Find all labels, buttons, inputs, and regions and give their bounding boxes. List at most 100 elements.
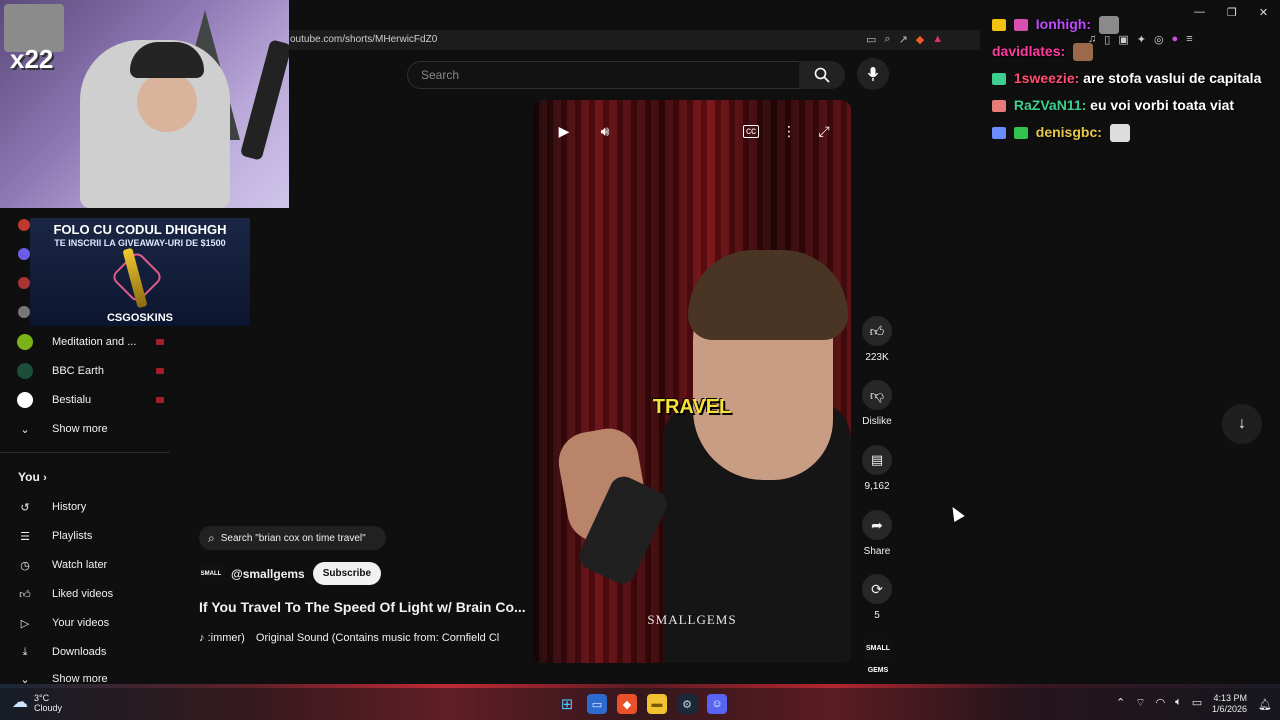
steam-icon[interactable]: ⚙ bbox=[677, 694, 697, 714]
share-label: Share bbox=[863, 546, 891, 557]
channel-avatar[interactable] bbox=[18, 306, 30, 318]
discord-icon[interactable]: ☺ bbox=[707, 694, 727, 714]
chevron-up-icon[interactable]: ⌃ bbox=[1116, 696, 1125, 710]
rewards-icon[interactable]: ▲ bbox=[932, 33, 943, 46]
sidebar-item-watch-later[interactable]: ◷ Watch later bbox=[16, 551, 107, 579]
sidebar-divider bbox=[0, 452, 170, 453]
channel-row: SMALL @smallgems Subscribe bbox=[199, 562, 382, 585]
shorts-video-player[interactable]: TRAVEL SMALLGEMS ▶ 🔊︎ cc ⋮ ⤢ bbox=[533, 100, 851, 663]
clock-time: 4:13 PM bbox=[1213, 693, 1248, 703]
scroll-down-button[interactable]: ↓ bbox=[1222, 404, 1262, 444]
zoom-icon[interactable]: ⌕ bbox=[884, 33, 890, 46]
share-page-icon[interactable]: ↗ bbox=[899, 33, 908, 46]
channel-avatar[interactable] bbox=[18, 248, 30, 260]
task-view-icon[interactable]: ▭ bbox=[587, 694, 607, 714]
show-more-subscriptions[interactable]: ⌄ Show more bbox=[16, 415, 107, 443]
chat-username: 1sweezie: bbox=[1013, 70, 1080, 86]
streamer-beanie bbox=[130, 42, 204, 78]
history-icon: ↺ bbox=[20, 501, 30, 514]
microphone-icon bbox=[867, 67, 879, 81]
video-watermark: SMALLGEMS bbox=[647, 612, 737, 627]
stream-tag: x22 bbox=[10, 44, 54, 74]
sidebar-item-history[interactable]: ↺ History bbox=[16, 493, 86, 521]
chat-message: RaZVaN11: eu voi vorbi toata viat bbox=[992, 95, 1272, 116]
music-note-icon: ♪ bbox=[199, 632, 205, 644]
channel-logo[interactable]: SMALL bbox=[199, 562, 223, 585]
stream-chat: Ionhigh: davidlates: 1sweezie: are stofa… bbox=[992, 14, 1272, 149]
dislike-action: 👎︎ Dislike bbox=[862, 380, 892, 427]
search-input[interactable] bbox=[419, 67, 783, 83]
channel-avatar[interactable] bbox=[18, 277, 30, 289]
sound-row[interactable]: ♪ :immer) Original Sound (Contains music… bbox=[199, 632, 524, 644]
search-box bbox=[407, 61, 801, 89]
remix-count: 5 bbox=[874, 610, 880, 621]
like-action: 👍︎ 223K bbox=[862, 316, 892, 363]
download-icon: ⤓ bbox=[22, 645, 28, 658]
taskbar-apps: ⊞ ▭ ◆ ▬ ⚙ ☺ bbox=[557, 694, 727, 714]
reader-icon[interactable]: ▭ bbox=[866, 33, 876, 46]
brave-browser-icon[interactable]: ◆ bbox=[617, 694, 637, 714]
comment-count: 9,162 bbox=[864, 481, 890, 492]
closed-captions-icon[interactable]: cc bbox=[743, 125, 759, 138]
voice-search-button[interactable] bbox=[857, 58, 889, 90]
search-button[interactable] bbox=[799, 61, 845, 89]
emote-icon bbox=[1073, 43, 1094, 62]
notification-icon[interactable]: 🔔︎ bbox=[1258, 698, 1272, 711]
share-action: ➦ Share bbox=[862, 510, 892, 557]
sidebar-item-liked-videos[interactable]: 👍︎ Liked videos bbox=[16, 580, 113, 608]
sidebar-channel-bestialu[interactable]: Bestialu bbox=[16, 386, 164, 414]
more-options-icon[interactable]: ⋮ bbox=[778, 120, 800, 142]
sidebar-channel-meditation[interactable]: Meditation and ... bbox=[16, 328, 164, 356]
comments-action: ▤ 9,162 bbox=[862, 445, 892, 492]
taskbar-clock[interactable]: 4:13 PM 1/6/2026 bbox=[1212, 693, 1247, 715]
display-icon[interactable]: ▭ bbox=[1192, 696, 1202, 710]
fullscreen-icon[interactable]: ⤢ bbox=[813, 120, 835, 142]
sidebar-item-label: History bbox=[52, 501, 87, 513]
dislike-button[interactable]: 👎︎ bbox=[862, 380, 892, 410]
like-button[interactable]: 👍︎ bbox=[862, 316, 892, 346]
sidebar-item-label: Your videos bbox=[52, 617, 110, 629]
video-title[interactable]: If You Travel To The Speed Of Light w/ B… bbox=[199, 599, 529, 615]
network-icon[interactable]: ⌔ bbox=[1135, 696, 1145, 710]
file-explorer-icon[interactable]: ▬ bbox=[647, 694, 667, 714]
play-icon[interactable]: ▶ bbox=[553, 120, 575, 142]
remix-icon: ⟳ bbox=[871, 580, 883, 597]
channel-avatar bbox=[17, 392, 33, 408]
crown-badge-icon bbox=[992, 19, 1006, 32]
channel-handle[interactable]: @smallgems bbox=[231, 567, 305, 581]
speaker-icon[interactable]: 🔈︎ bbox=[1175, 696, 1182, 710]
channel-name: BBC Earth bbox=[52, 365, 104, 377]
search-icon: ⌕ bbox=[208, 530, 215, 545]
comments-button[interactable]: ▤ bbox=[862, 445, 892, 475]
search-suggestion-text: Search "brian cox on time travel" bbox=[220, 532, 366, 544]
like-count: 223K bbox=[865, 352, 889, 363]
remix-button[interactable]: ⟳ bbox=[862, 574, 892, 604]
sidebar-item-downloads[interactable]: ⤓ Downloads bbox=[16, 638, 107, 666]
sidebar-channel-bbc-earth[interactable]: BBC Earth bbox=[16, 357, 164, 385]
live-indicator bbox=[156, 397, 164, 403]
channel-thumbnail[interactable]: SMALL GEMS bbox=[864, 638, 892, 674]
sponsor-brand: CSGOSKINS bbox=[106, 312, 173, 324]
microphone-arm bbox=[239, 39, 289, 161]
channel-avatar[interactable] bbox=[18, 219, 30, 231]
chevron-right-icon: › bbox=[43, 472, 47, 484]
subscribe-button[interactable]: Subscribe bbox=[312, 562, 382, 585]
windows-start-icon[interactable]: ⊞ bbox=[557, 694, 577, 714]
cloud-icon: ☁ bbox=[12, 694, 28, 711]
sidebar-item-playlists[interactable]: ☰ Playlists bbox=[16, 522, 92, 550]
share-button[interactable]: ➦ bbox=[862, 510, 892, 540]
you-section-header[interactable]: You › bbox=[18, 470, 47, 484]
volume-icon[interactable]: 🔊︎ bbox=[594, 120, 616, 142]
gift-badge-icon bbox=[1013, 127, 1028, 140]
robot-badge-icon bbox=[992, 127, 1006, 140]
streamer-face bbox=[137, 72, 197, 132]
url-text[interactable]: outube.com/shorts/MHerwicFdZ0 bbox=[290, 34, 437, 45]
address-bar-icons: ▭ ⌕ ↗ ◆ ▲ bbox=[866, 33, 943, 46]
brave-shield-icon[interactable]: ◆ bbox=[916, 33, 924, 46]
sub-badge-icon bbox=[1013, 19, 1028, 32]
weather-widget[interactable]: ☁ 3°C Cloudy bbox=[12, 693, 62, 713]
sidebar-item-your-videos[interactable]: ▷ Your videos bbox=[16, 609, 109, 637]
wifi-icon[interactable]: ◠ bbox=[1156, 696, 1166, 710]
clock-date: 1/6/2026 bbox=[1212, 704, 1248, 714]
search-suggestion-pill[interactable]: ⌕ Search "brian cox on time travel" bbox=[199, 526, 386, 550]
